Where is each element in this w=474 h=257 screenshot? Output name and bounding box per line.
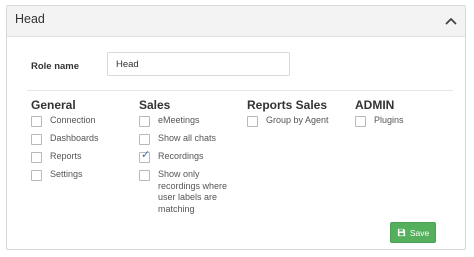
perm-group-by-agent[interactable]: Group by Agent bbox=[247, 115, 347, 127]
group-title: Sales bbox=[139, 98, 171, 112]
checkbox-label: eMeetings bbox=[158, 115, 200, 125]
checkbox[interactable] bbox=[139, 116, 150, 127]
perm-reports[interactable]: Reports bbox=[31, 151, 131, 163]
checkbox-label: Connection bbox=[50, 115, 96, 125]
perm-plugins[interactable]: Plugins bbox=[355, 115, 445, 127]
perm-show-all-chats[interactable]: Show all chats bbox=[139, 133, 237, 145]
save-button-label: Save bbox=[409, 227, 430, 238]
checkbox-label: Settings bbox=[50, 169, 83, 179]
checkbox[interactable] bbox=[31, 170, 42, 181]
checkbox[interactable] bbox=[139, 134, 150, 145]
checkbox[interactable] bbox=[355, 116, 366, 127]
chevron-up-icon[interactable] bbox=[443, 13, 459, 29]
group-reports-sales: Reports Sales Group by Agent bbox=[247, 97, 347, 133]
group-sales: Sales eMeetings Show all chats ✓ Recordi… bbox=[139, 97, 237, 221]
perm-connection[interactable]: Connection bbox=[31, 115, 131, 127]
perm-show-only-recordings[interactable]: Show only recordings where user labels a… bbox=[139, 169, 237, 215]
group-title: ADMIN bbox=[355, 98, 395, 112]
perm-dashboards[interactable]: Dashboards bbox=[31, 133, 131, 145]
role-name-row: Role name bbox=[7, 52, 465, 82]
perm-recordings[interactable]: ✓ Recordings bbox=[139, 149, 237, 163]
checkbox-label: Show all chats bbox=[158, 133, 217, 143]
role-name-label: Role name bbox=[31, 61, 80, 72]
checkbox[interactable] bbox=[139, 170, 150, 181]
checkbox-label: Show only recordings where user labels a… bbox=[158, 169, 228, 214]
checkbox[interactable] bbox=[247, 116, 258, 127]
panel-title: Head bbox=[15, 12, 45, 26]
divider bbox=[27, 90, 453, 91]
group-general: General Connection Dashboards Reports Se… bbox=[31, 97, 131, 187]
checkbox-label: Reports bbox=[50, 151, 82, 161]
perm-settings[interactable]: Settings bbox=[31, 169, 131, 181]
checkbox-checked[interactable]: ✓ bbox=[139, 149, 151, 163]
role-name-input[interactable] bbox=[107, 52, 290, 76]
checkbox[interactable] bbox=[31, 134, 42, 145]
group-title: Reports Sales bbox=[247, 98, 328, 112]
checkbox[interactable] bbox=[31, 116, 42, 127]
checkbox-label: Dashboards bbox=[50, 133, 99, 143]
checkbox-label: Plugins bbox=[374, 115, 404, 125]
group-admin: ADMIN Plugins bbox=[355, 97, 445, 133]
panel-header[interactable]: Head bbox=[7, 6, 465, 37]
floppy-disk-icon bbox=[397, 228, 405, 237]
checkbox-label: Recordings bbox=[158, 151, 204, 161]
save-button[interactable]: Save bbox=[390, 222, 436, 243]
role-panel: Head Role name General Connection Dashbo… bbox=[6, 5, 466, 250]
group-title: General bbox=[31, 98, 76, 112]
checkbox[interactable] bbox=[31, 152, 42, 163]
checkmark-icon: ✓ bbox=[141, 149, 151, 161]
perm-emeetings[interactable]: eMeetings bbox=[139, 115, 237, 127]
checkbox-label: Group by Agent bbox=[266, 115, 329, 125]
